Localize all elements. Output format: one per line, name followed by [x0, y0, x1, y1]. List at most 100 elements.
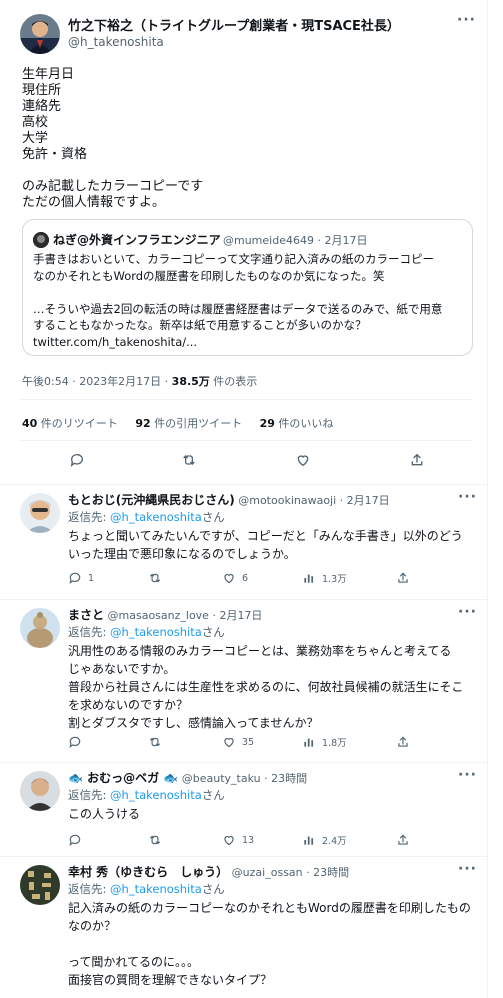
- quoted-link[interactable]: twitter.com/h_takenoshita/...: [33, 334, 465, 351]
- reply-author-name: もとおじ(元沖縄県民おじさん): [68, 493, 235, 507]
- share-button[interactable]: [396, 833, 410, 847]
- reply-line: [68, 935, 478, 953]
- reply-icon: [69, 736, 81, 749]
- reply-author[interactable]: まさと @masaosanz_love · 2月17日: [68, 606, 262, 623]
- tweet-line: ただの個人情報ですよ。: [22, 195, 166, 210]
- reply-icon[interactable]: [67, 450, 87, 470]
- quoted-author-avatar: [33, 232, 49, 248]
- reply-avatar[interactable]: [20, 493, 60, 533]
- reply-meta: @beauty_taku · 23時間: [178, 772, 308, 785]
- reply-tweet[interactable]: 🐟 おむっ@ベガ 🐟 @beauty_taku · 23時間 ··· 返信先: …: [0, 762, 488, 856]
- view-count: 1.8万: [322, 738, 347, 749]
- retweets-stat[interactable]: 40 件のリツイート: [22, 417, 118, 430]
- views-count: 38.5万: [171, 375, 210, 388]
- reply-meta: @motookinawaoji · 2月17日: [234, 494, 390, 507]
- more-dots-icon[interactable]: ···: [458, 767, 477, 783]
- reply-avatar[interactable]: [20, 608, 60, 648]
- share-button[interactable]: [396, 735, 410, 749]
- reply-author[interactable]: 🐟 おむっ@ベガ 🐟 @beauty_taku · 23時間: [68, 769, 307, 786]
- replying-to-suffix: さん: [201, 625, 225, 639]
- reply-button[interactable]: [68, 833, 88, 847]
- share-icon[interactable]: [407, 450, 427, 470]
- retweet-icon[interactable]: [179, 450, 199, 470]
- author-avatar[interactable]: [20, 14, 60, 54]
- retweet-button[interactable]: [148, 571, 168, 585]
- retweet-icon: [149, 737, 161, 747]
- reply-author-name: まさと: [68, 608, 105, 622]
- views-button[interactable]: 2.4万: [302, 833, 347, 847]
- divider: [20, 399, 473, 400]
- tweet-text: 生年月日 現住所 連絡先 高校 大学 免許・資格 のみ記載したカラーコピーです …: [22, 67, 203, 211]
- like-icon: [224, 738, 234, 748]
- author-name[interactable]: 竹之下裕之（トライトグループ創業者・現TSACE社長）: [68, 15, 400, 34]
- replying-to-label: 返信先:: [68, 882, 111, 896]
- reply-tweet[interactable]: まさと @masaosanz_love · 2月17日 ··· 返信先: @h_…: [0, 599, 488, 762]
- reply-count: 1: [88, 572, 95, 584]
- likes-label: 件のいいね: [274, 417, 334, 430]
- reply-button[interactable]: [68, 735, 88, 749]
- like-button[interactable]: 6: [222, 571, 248, 585]
- reply-button[interactable]: 1: [68, 571, 94, 585]
- quoted-line: なのかそれともWordの履歴書を印刷したものなのか気になった。笑: [33, 268, 385, 283]
- reply-avatar[interactable]: [20, 865, 60, 905]
- reply-tweet[interactable]: もとおじ(元沖縄県民おじさん) @motookinawaoji · 2月17日 …: [0, 484, 488, 599]
- like-icon: [224, 836, 234, 846]
- replying-to-handle[interactable]: @h_takenoshita: [110, 882, 202, 896]
- likes-stat[interactable]: 29 件のいいね: [260, 417, 334, 430]
- quoted-line: [33, 284, 465, 301]
- reply-line: いった理由で悪印象になるのでしょうか。: [68, 547, 296, 561]
- author-handle[interactable]: @h_takenoshita: [68, 35, 164, 49]
- quoted-author-name[interactable]: ねぎ@外資インフラエンジニア: [53, 231, 221, 248]
- quoted-tweet[interactable]: ねぎ@外資インフラエンジニア @mumeide4649 · 2月17日 手書きは…: [22, 219, 473, 356]
- tweet-line: 免許・資格: [22, 147, 88, 162]
- reply-action-bar: 35 1.8万: [68, 735, 468, 753]
- reply-line: 割とダブスタですし、感情論入ってませんか？: [68, 716, 319, 730]
- replying-to-suffix: さん: [201, 510, 225, 524]
- main-action-bar: [0, 450, 488, 474]
- reply-text: 汎用性のある情報のみカラーコピーとは、業務効率をちゃんと考えてる じゃあないです…: [68, 642, 478, 732]
- more-dots-icon[interactable]: ···: [458, 604, 477, 620]
- replying-to: 返信先: @h_takenoshitaさん: [68, 509, 225, 525]
- reply-author[interactable]: もとおじ(元沖縄県民おじさん) @motookinawaoji · 2月17日: [68, 491, 390, 508]
- view-count: 1.3万: [322, 574, 347, 585]
- quotes-stat[interactable]: 92 件の引用ツイート: [135, 417, 242, 430]
- tweet-line: 連絡先: [22, 99, 62, 114]
- reply-avatar[interactable]: [20, 771, 60, 811]
- more-dots-icon[interactable]: ···: [458, 861, 477, 877]
- share-icon: [398, 736, 408, 747]
- views-button[interactable]: 1.8万: [302, 735, 347, 749]
- timeline-column: 竹之下裕之（トライトグループ創業者・現TSACE社長） @h_takenoshi…: [0, 0, 488, 998]
- share-icon: [398, 572, 408, 583]
- reply-tweet[interactable]: 幸村 秀（ゆきむら しゅう） @uzai_ossan · 23時間 ··· 返信…: [0, 856, 488, 998]
- replying-to-handle[interactable]: @h_takenoshita: [110, 625, 202, 639]
- share-button[interactable]: [396, 571, 410, 585]
- timestamp-text[interactable]: 午後0:54 · 2023年2月17日 ·: [22, 375, 172, 388]
- quotes-count: 92: [135, 417, 151, 430]
- tweet-line: 現住所: [22, 83, 62, 98]
- retweet-icon: [149, 835, 161, 845]
- reply-action-bar: 13 2.4万: [68, 833, 468, 851]
- reply-author[interactable]: 幸村 秀（ゆきむら しゅう） @uzai_ossan · 23時間: [68, 863, 349, 880]
- quoted-text: 手書きはおいといて、カラーコピーって文字通り記入済みの紙のカラーコピー なのかそ…: [33, 251, 465, 350]
- reply-line: 汎用性のある情報のみカラーコピーとは、業務効率をちゃんと考えてる: [68, 644, 452, 658]
- more-dots-icon[interactable]: ···: [457, 12, 476, 28]
- replying-to: 返信先: @h_takenoshitaさん: [68, 624, 225, 640]
- retweet-button[interactable]: [148, 833, 168, 847]
- like-icon[interactable]: [293, 450, 313, 470]
- retweet-button[interactable]: [148, 735, 168, 749]
- more-dots-icon[interactable]: ···: [458, 489, 477, 505]
- replying-to-handle[interactable]: @h_takenoshita: [110, 788, 202, 802]
- tweet-line: 生年月日: [22, 67, 75, 82]
- retweets-label: 件のリツイート: [37, 417, 118, 430]
- reply-line: この人うける: [68, 807, 141, 821]
- like-button[interactable]: 35: [222, 735, 254, 749]
- like-button[interactable]: 13: [222, 833, 254, 847]
- reply-line: って聞かれてるのに。。。: [68, 955, 200, 969]
- reply-line: なのか？: [68, 919, 117, 933]
- quoted-line: 手書きはおいといて、カラーコピーって文字通り記入済みの紙のカラーコピー: [33, 252, 435, 266]
- replying-to-handle[interactable]: @h_takenoshita: [110, 510, 202, 524]
- tweet-timestamp: 午後0:54 · 2023年2月17日 · 38.5万 件の表示: [22, 373, 257, 389]
- reply-text: この人うける: [68, 805, 478, 823]
- quoted-author-meta: @mumeide4649 · 2月17日: [223, 234, 368, 247]
- views-button[interactable]: 1.3万: [302, 571, 347, 585]
